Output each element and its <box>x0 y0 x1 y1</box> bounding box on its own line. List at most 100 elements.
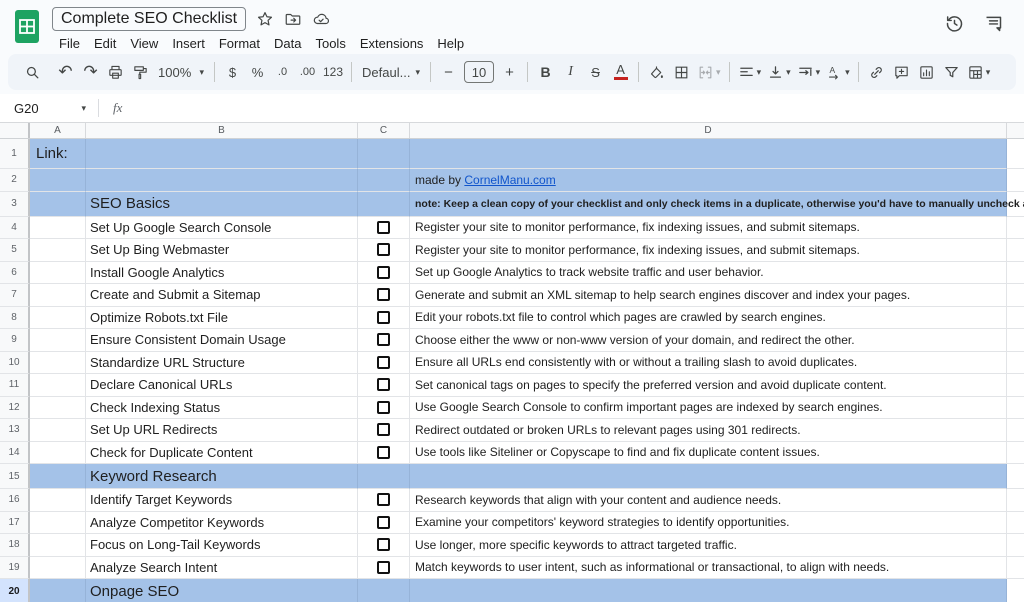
cell-E10[interactable] <box>1007 352 1024 375</box>
cell-E9[interactable] <box>1007 329 1024 352</box>
cell-B2[interactable] <box>86 169 358 192</box>
undo-icon[interactable]: ↶ <box>53 59 78 85</box>
decrease-decimal-button[interactable]: .0 <box>270 59 295 85</box>
cell-D20[interactable] <box>410 579 1007 602</box>
cell-D18[interactable]: Use longer, more specific keywords to at… <box>410 534 1007 557</box>
cell-A5[interactable] <box>30 239 86 262</box>
row-header-14[interactable]: 14 <box>0 442 30 465</box>
cell-D11[interactable]: Set canonical tags on pages to specify t… <box>410 374 1007 397</box>
cell-B5[interactable]: Set Up Bing Webmaster <box>86 239 358 262</box>
cell-D4[interactable]: Register your site to monitor performanc… <box>410 217 1007 240</box>
cell-C12[interactable] <box>358 397 410 420</box>
checkbox[interactable] <box>377 356 390 369</box>
checkbox[interactable] <box>377 538 390 551</box>
cell-A7[interactable] <box>30 284 86 307</box>
cell-E2[interactable] <box>1007 169 1024 192</box>
cell-C13[interactable] <box>358 419 410 442</box>
cell-C2[interactable] <box>358 169 410 192</box>
cell-A6[interactable] <box>30 262 86 285</box>
cell-C11[interactable] <box>358 374 410 397</box>
cell-A18[interactable] <box>30 534 86 557</box>
redo-icon[interactable]: ↷ <box>78 59 103 85</box>
checkbox[interactable] <box>377 311 390 324</box>
cell-A4[interactable] <box>30 217 86 240</box>
print-icon[interactable] <box>103 59 128 85</box>
credit-link[interactable]: CornelManu.com <box>464 173 555 187</box>
decrease-font-size-button[interactable]: − <box>436 59 461 85</box>
cell-A16[interactable] <box>30 489 86 512</box>
document-title[interactable]: Complete SEO Checklist <box>52 7 246 31</box>
cell-A11[interactable] <box>30 374 86 397</box>
row-header-11[interactable]: 11 <box>0 374 30 397</box>
checkbox[interactable] <box>377 288 390 301</box>
create-filter-icon[interactable] <box>939 59 964 85</box>
cell-D13[interactable]: Redirect outdated or broken URLs to rele… <box>410 419 1007 442</box>
cell-E20[interactable] <box>1007 579 1024 602</box>
cell-E3[interactable] <box>1007 192 1024 217</box>
cell-D5[interactable]: Register your site to monitor performanc… <box>410 239 1007 262</box>
cell-B18[interactable]: Focus on Long-Tail Keywords <box>86 534 358 557</box>
row-header-7[interactable]: 7 <box>0 284 30 307</box>
cell-B4[interactable]: Set Up Google Search Console <box>86 217 358 240</box>
row-header-3[interactable]: 3 <box>0 192 30 217</box>
column-header-a[interactable]: A <box>30 123 86 138</box>
cell-C20[interactable] <box>358 579 410 602</box>
row-header-19[interactable]: 19 <box>0 557 30 580</box>
cell-D16[interactable]: Research keywords that align with your c… <box>410 489 1007 512</box>
select-all-corner[interactable] <box>0 123 30 138</box>
version-history-icon[interactable] <box>944 13 965 34</box>
cell-name-box[interactable]: G20 ▾ <box>8 99 92 118</box>
borders-icon[interactable] <box>669 59 694 85</box>
sheets-logo-icon[interactable] <box>12 8 42 46</box>
cell-B13[interactable]: Set Up URL Redirects <box>86 419 358 442</box>
cell-B7[interactable]: Create and Submit a Sitemap <box>86 284 358 307</box>
row-header-18[interactable]: 18 <box>0 534 30 557</box>
menu-format[interactable]: Format <box>212 33 267 54</box>
cell-C4[interactable] <box>358 217 410 240</box>
row-header-9[interactable]: 9 <box>0 329 30 352</box>
cell-C7[interactable] <box>358 284 410 307</box>
cell-D19[interactable]: Match keywords to user intent, such as i… <box>410 557 1007 580</box>
horizontal-align-icon[interactable]: ▾ <box>735 59 765 85</box>
row-header-8[interactable]: 8 <box>0 307 30 330</box>
insert-chart-icon[interactable] <box>914 59 939 85</box>
cell-A17[interactable] <box>30 512 86 535</box>
checkbox[interactable] <box>377 446 390 459</box>
checkbox[interactable] <box>377 221 390 234</box>
cell-A8[interactable] <box>30 307 86 330</box>
row-header-15[interactable]: 15 <box>0 464 30 489</box>
cell-D9[interactable]: Choose either the www or non-www version… <box>410 329 1007 352</box>
checkbox[interactable] <box>377 333 390 346</box>
cell-D6[interactable]: Set up Google Analytics to track website… <box>410 262 1007 285</box>
cell-A10[interactable] <box>30 352 86 375</box>
cell-E15[interactable] <box>1007 464 1024 489</box>
cell-E13[interactable] <box>1007 419 1024 442</box>
menu-extensions[interactable]: Extensions <box>353 33 431 54</box>
cell-D7[interactable]: Generate and submit an XML sitemap to he… <box>410 284 1007 307</box>
insert-link-icon[interactable] <box>864 59 889 85</box>
checkbox[interactable] <box>377 516 390 529</box>
cloud-saved-icon[interactable] <box>312 10 330 28</box>
cell-A3[interactable] <box>30 192 86 217</box>
column-header-c[interactable]: C <box>358 123 410 138</box>
checkbox[interactable] <box>377 243 390 256</box>
cell-A9[interactable] <box>30 329 86 352</box>
text-color-button[interactable]: A <box>608 59 633 85</box>
cell-C16[interactable] <box>358 489 410 512</box>
menu-insert[interactable]: Insert <box>165 33 212 54</box>
row-header-17[interactable]: 17 <box>0 512 30 535</box>
checkbox[interactable] <box>377 266 390 279</box>
cell-C14[interactable] <box>358 442 410 465</box>
cell-E11[interactable] <box>1007 374 1024 397</box>
insert-comment-icon[interactable] <box>889 59 914 85</box>
paint-format-icon[interactable] <box>128 59 153 85</box>
text-wrapping-icon[interactable]: ▾ <box>794 59 824 85</box>
row-header-5[interactable]: 5 <box>0 239 30 262</box>
cell-B12[interactable]: Check Indexing Status <box>86 397 358 420</box>
menu-data[interactable]: Data <box>267 33 308 54</box>
column-header-b[interactable]: B <box>86 123 358 138</box>
cell-A20[interactable] <box>30 579 86 602</box>
cell-C10[interactable] <box>358 352 410 375</box>
cell-A1[interactable]: Link: <box>30 139 86 169</box>
cell-D2[interactable]: made by CornelManu.com <box>410 169 1007 192</box>
